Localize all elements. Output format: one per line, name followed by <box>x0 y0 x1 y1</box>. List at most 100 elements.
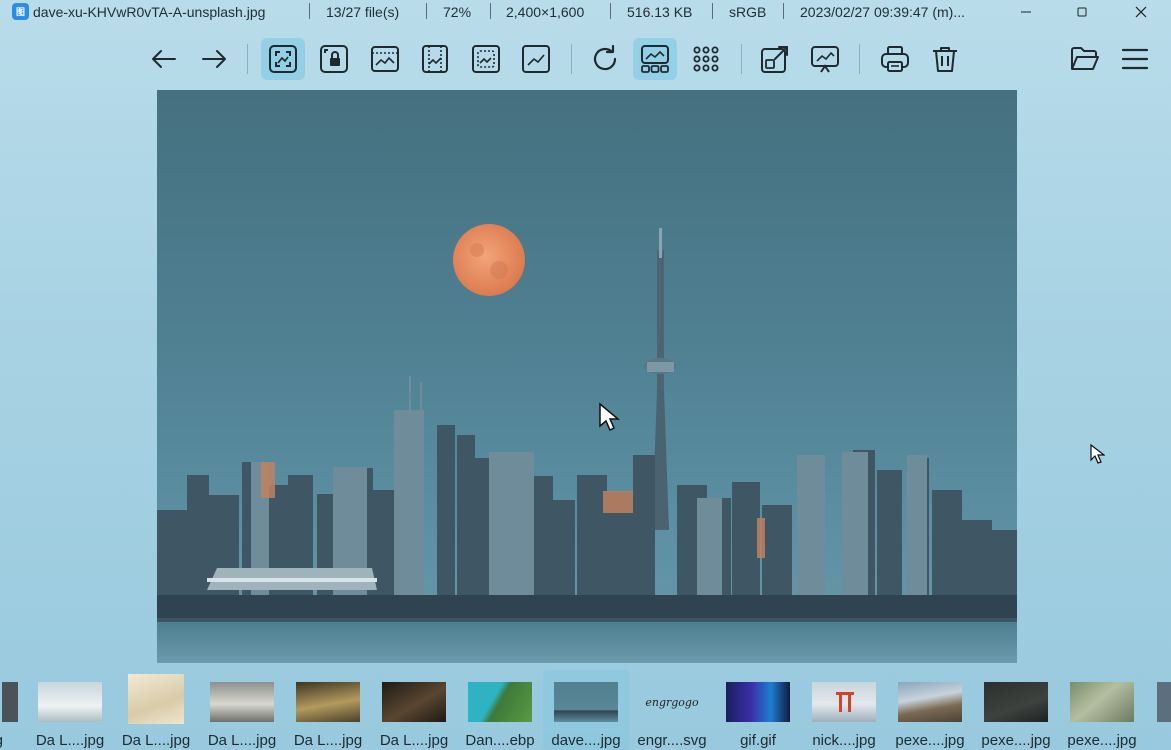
refresh-icon <box>593 44 617 71</box>
scale-to-height-button[interactable] <box>413 38 457 80</box>
thumbnail-item[interactable]: pexe....jpg <box>1059 670 1145 750</box>
thumbnail-image <box>898 682 962 722</box>
title-divider <box>490 3 491 19</box>
datetime-label: 2023/02/27 09:39:47 (m)... <box>800 4 965 20</box>
open-with-button[interactable] <box>753 38 797 80</box>
thumbnail-image <box>554 682 618 722</box>
thumbnail-label: Dan....ebp <box>465 732 535 749</box>
title-divider <box>426 3 427 19</box>
thumbnail-item-active[interactable]: dave....jpg <box>543 670 629 750</box>
thumbnail-label: Da L....jpg <box>207 732 277 749</box>
filename-label: dave-xu-KHVwR0vTA-A-unsplash.jpg <box>33 4 266 20</box>
thumbnail-label: gif.gif <box>740 732 776 749</box>
gallery-grid-icon <box>693 46 719 72</box>
main-image-viewer[interactable] <box>157 90 1017 663</box>
delete-button[interactable] <box>923 38 967 80</box>
mouse-pointer-icon <box>1090 443 1105 464</box>
toolbar-divider <box>571 44 572 74</box>
thumbnail-label: Da L....jpg <box>379 732 449 749</box>
slideshow-icon <box>811 46 839 73</box>
thumbnail-image <box>296 682 360 722</box>
close-button[interactable] <box>1118 0 1164 24</box>
thumbnail-item[interactable]: Da L....jpg <box>27 670 113 750</box>
arrow-right-icon <box>202 50 226 68</box>
thumbnail-image <box>812 682 876 722</box>
zoom-label: 72% <box>443 4 472 20</box>
scale-to-fit-button[interactable] <box>464 38 508 80</box>
minimize-icon <box>1021 11 1031 13</box>
maximize-button[interactable] <box>1059 0 1105 24</box>
svg-thumbnail-text: engrgogo <box>645 695 699 709</box>
title-divider <box>712 3 713 19</box>
thumbnail-item[interactable]: engrgogo engr....svg <box>629 670 715 750</box>
delete-icon <box>933 47 957 72</box>
thumbnail-item[interactable]: pexe....jpg <box>973 670 1059 750</box>
thumbnail-bar-button[interactable] <box>633 38 677 80</box>
open-folder-icon <box>1071 47 1099 70</box>
slideshow-button[interactable] <box>803 38 847 80</box>
open-with-icon <box>761 46 788 73</box>
scale-to-width-icon <box>371 46 399 72</box>
scale-to-fill-icon <box>522 45 550 73</box>
scale-to-width-button[interactable] <box>363 38 407 80</box>
torii-gate-shape <box>839 694 842 712</box>
dimensions-label: 2,400×1,600 <box>506 4 585 20</box>
lock-zoom-button[interactable] <box>312 38 356 80</box>
thumbnail-image <box>1070 682 1134 722</box>
refresh-button[interactable] <box>583 38 627 80</box>
scale-to-fill-button[interactable] <box>514 38 558 80</box>
thumbnail-label: Da L....jpg <box>121 732 191 749</box>
print-button[interactable] <box>873 38 917 80</box>
thumbnail-item[interactable]: pexe....jpg <box>887 670 973 750</box>
title-divider <box>610 3 611 19</box>
thumbnail-item[interactable]: gif.gif <box>715 670 801 750</box>
thumbnail-label: engr....svg <box>637 732 707 749</box>
thumbnail-item[interactable]: Da L....jpg <box>113 670 199 750</box>
thumbnail-label: Da L....jpg <box>293 732 363 749</box>
title-bar: 图 dave-xu-KHVwR0vTA-A-unsplash.jpg 13/27… <box>0 0 1171 24</box>
toolbar <box>0 34 1171 84</box>
print-icon <box>881 46 909 72</box>
thumbnail-label: pexe....jpg <box>1067 732 1137 749</box>
thumbnail-image <box>38 682 102 722</box>
close-icon <box>1135 6 1147 18</box>
thumbnail-item[interactable]: Da L....jpg <box>285 670 371 750</box>
thumbnail-label: dave....jpg <box>551 732 621 749</box>
thumbnail-image <box>1157 682 1171 722</box>
thumbnail-item[interactable]: nick....jpg <box>801 670 887 750</box>
thumbnail-item[interactable]: Da L....jpg <box>199 670 285 750</box>
thumbnail-filmstrip: jpg Da L....jpg Da L....jpg Da L....jpg … <box>0 670 1171 750</box>
thumbnail-item[interactable]: Da L....jpg <box>371 670 457 750</box>
thumbnail-image: engrgogo <box>640 682 704 722</box>
torii-gate-shape <box>848 694 851 712</box>
scale-to-fit-icon <box>472 45 500 73</box>
scale-to-height-icon <box>422 45 448 73</box>
lock-zoom-icon <box>320 45 348 73</box>
thumbnail-image <box>382 682 446 722</box>
open-folder-button[interactable] <box>1063 38 1107 80</box>
menu-icon <box>1121 48 1149 70</box>
thumbnail-bar-icon <box>641 45 669 73</box>
auto-zoom-button[interactable] <box>261 38 305 80</box>
filesize-label: 516.13 KB <box>627 4 693 20</box>
thumbnail-image <box>984 682 1048 722</box>
thumbnail-item[interactable] <box>1145 670 1171 750</box>
minimize-button[interactable] <box>1003 0 1049 24</box>
thumbnail-image <box>468 682 532 722</box>
thumbnail-label: nick....jpg <box>812 732 876 749</box>
title-divider <box>309 3 310 19</box>
next-button[interactable] <box>192 38 236 80</box>
thumbnail-image <box>2 682 18 722</box>
menu-button[interactable] <box>1113 38 1157 80</box>
toolbar-divider <box>741 44 742 74</box>
arrow-left-icon <box>152 50 176 68</box>
auto-zoom-icon <box>269 45 297 73</box>
city-skyline-photo <box>157 90 1017 663</box>
toolbar-divider <box>859 44 860 74</box>
thumbnail-image <box>726 682 790 722</box>
thumbnail-label: jpg <box>0 732 23 749</box>
colorspace-label: sRGB <box>729 4 767 20</box>
thumbnail-item[interactable]: Dan....ebp <box>457 670 543 750</box>
gallery-grid-button[interactable] <box>684 38 728 80</box>
previous-button[interactable] <box>142 38 186 80</box>
